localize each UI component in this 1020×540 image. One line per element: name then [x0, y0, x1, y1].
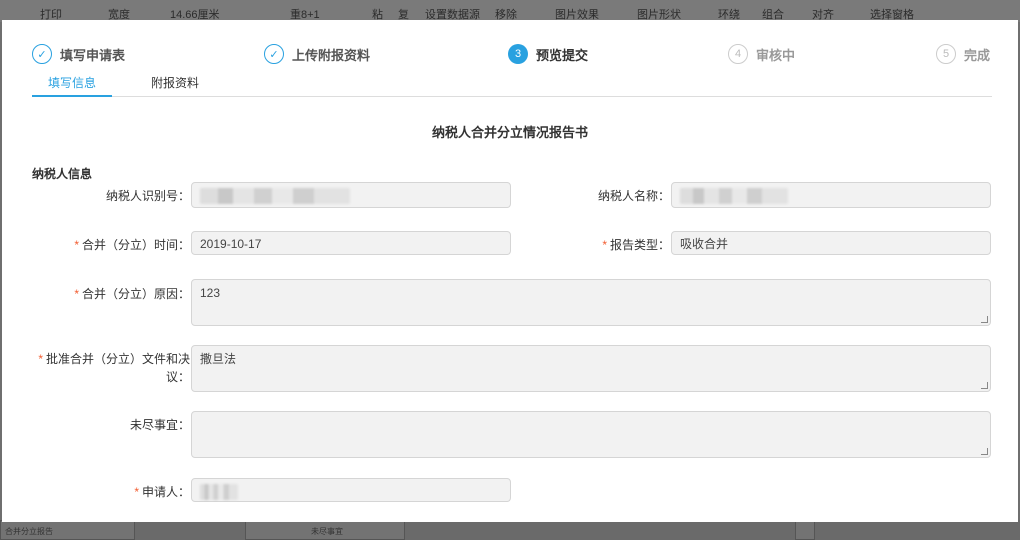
- bg-cell: 合并分立报告: [0, 520, 135, 540]
- label-text: 申请人：: [141, 485, 190, 499]
- merge-time-field[interactable]: 2019-10-17: [191, 231, 511, 255]
- required-mark: *: [38, 352, 43, 366]
- step-reviewing: 4 审核中: [728, 42, 795, 66]
- applicant-label: * 申请人：: [22, 483, 190, 501]
- report-type-field[interactable]: 吸收合并: [671, 231, 991, 255]
- label-text: 合并（分立）原因：: [81, 287, 190, 301]
- textarea-value: 123: [200, 286, 221, 300]
- step-label: 完成: [964, 47, 991, 63]
- label-text: 批准合并（分立）文件和决: [45, 352, 190, 366]
- required-mark: *: [602, 238, 607, 252]
- label-text: 报告类型：: [609, 238, 670, 252]
- label-line-1: * 批准合并（分立）文件和决: [22, 350, 190, 368]
- redacted-value: [200, 187, 350, 204]
- other-matters-textarea[interactable]: [191, 411, 991, 458]
- step-label: 审核中: [756, 47, 796, 63]
- step-complete: 5 完成: [936, 42, 990, 66]
- resize-handle-icon[interactable]: [981, 448, 988, 455]
- step-preview-submit: 3 预览提交: [508, 42, 588, 66]
- taxpayer-name-label: 纳税人名称：: [597, 189, 670, 203]
- approval-docs-label: * 批准合并（分立）文件和决 议：: [22, 350, 190, 386]
- section-title: 纳税人信息: [32, 167, 93, 181]
- form-title: 纳税人合并分立情况报告书: [431, 125, 588, 140]
- label-text: 合并（分立）时间：: [81, 238, 190, 252]
- step-label: 上传附报资料: [292, 47, 371, 63]
- step-label: 填写申请表: [60, 47, 126, 63]
- resize-handle-icon[interactable]: [981, 316, 988, 323]
- other-matters-label: 未尽事宜：: [129, 418, 190, 432]
- form-tabs: 填写信息 附报资料: [32, 72, 992, 97]
- progress-steps: ✓ 填写申请表 ✓ 上传附报资料 3 预览提交 4 审核中 5 完成: [2, 40, 1018, 68]
- taxpayer-id-field[interactable]: [191, 182, 511, 208]
- bg-cell-icon: [795, 520, 815, 540]
- merge-reason-label: * 合并（分立）原因：: [22, 285, 190, 303]
- label-line-2: 议：: [165, 370, 190, 384]
- report-modal: ✓ 填写申请表 ✓ 上传附报资料 3 预览提交 4 审核中 5 完成 填写信息 …: [2, 20, 1018, 522]
- required-mark: *: [74, 238, 79, 252]
- redacted-value: [200, 483, 238, 500]
- check-icon: ✓: [32, 44, 52, 64]
- step-upload: ✓ 上传附报资料: [264, 42, 370, 66]
- merge-time-label: * 合并（分立）时间：: [42, 236, 190, 254]
- tab-attachments[interactable]: 附报资料: [135, 74, 215, 97]
- step-number: 3: [508, 44, 528, 64]
- approval-docs-textarea[interactable]: 撒旦法: [191, 345, 991, 392]
- taxpayer-name-field[interactable]: [671, 182, 991, 208]
- step-number: 5: [936, 44, 956, 64]
- redacted-value: [680, 187, 788, 204]
- taxpayer-id-label: 纳税人识别号：: [105, 189, 190, 203]
- check-icon: ✓: [264, 44, 284, 64]
- step-number: 4: [728, 44, 748, 64]
- step-label: 预览提交: [536, 47, 589, 63]
- report-type-label: * 报告类型：: [522, 236, 670, 254]
- step-fill-form: ✓ 填写申请表: [32, 42, 125, 66]
- bg-cell: 未尽事宜: [245, 520, 405, 540]
- background-toolbar: 打印 宽度 14.66厘米 重8+1 粘 复 设置数据源 移除 图片效果 图片形…: [0, 0, 1020, 22]
- tab-fill-info[interactable]: 填写信息: [32, 74, 112, 97]
- required-mark: *: [134, 485, 139, 499]
- textarea-value: 撒旦法: [200, 352, 237, 366]
- required-mark: *: [74, 287, 79, 301]
- merge-reason-textarea[interactable]: 123: [191, 279, 991, 326]
- applicant-field[interactable]: [191, 478, 511, 502]
- resize-handle-icon[interactable]: [981, 382, 988, 389]
- background-document-area: 合并分立报告 未尽事宜: [0, 520, 1020, 540]
